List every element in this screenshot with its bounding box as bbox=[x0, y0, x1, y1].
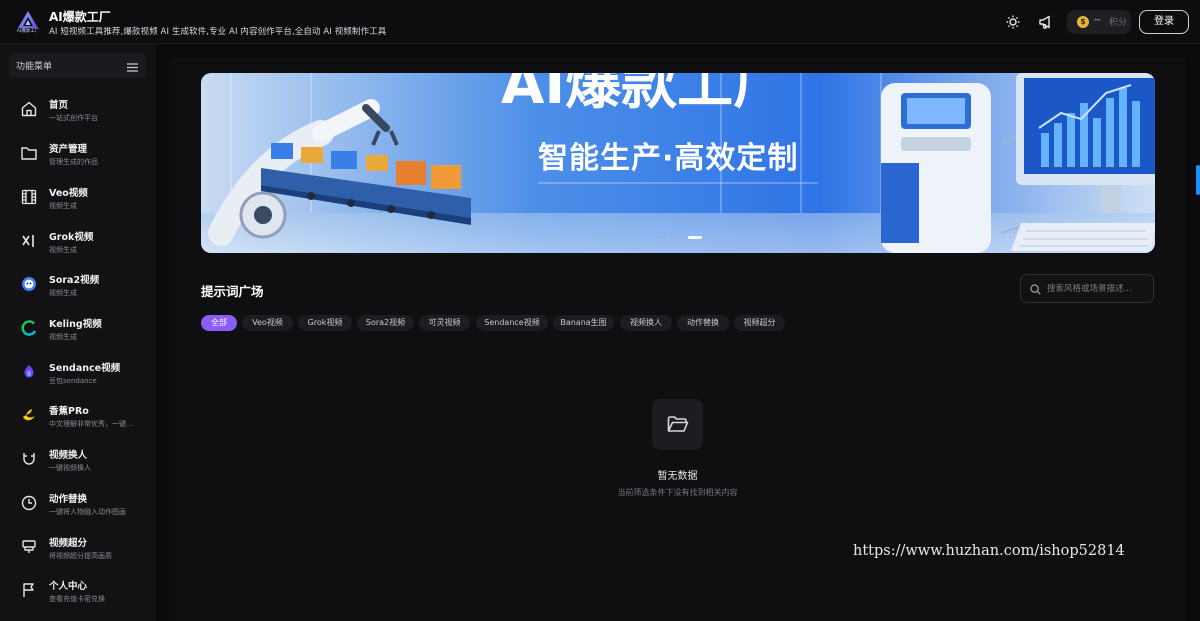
sidebar-item-label: Sora2视频 bbox=[49, 275, 100, 286]
sidebar-item-label: 视频超分 bbox=[49, 538, 88, 549]
banner-dot[interactable] bbox=[671, 236, 683, 239]
logo-caption: AI爆款工厂 bbox=[16, 29, 40, 34]
hamburger-icon[interactable] bbox=[127, 61, 138, 72]
empty-state-title: 暂无数据 bbox=[657, 471, 698, 482]
points-value: -- bbox=[1094, 15, 1101, 25]
sidebar-item-desc: 一键视频换人 bbox=[49, 464, 91, 472]
sidebar-item-desc: 豆包sendance bbox=[49, 377, 97, 385]
sidebar-item-desc: 查看充值卡密兑换 bbox=[49, 595, 105, 603]
filter-chip[interactable]: 动作替换 bbox=[677, 315, 729, 331]
app-subtitle: AI 短视频工具推荐,爆款视频 AI 生成软件,专业 AI 内容创作平台,全自动… bbox=[49, 27, 387, 37]
sidebar-item-label: 首页 bbox=[49, 100, 69, 111]
megaphone-icon[interactable] bbox=[1037, 13, 1055, 31]
sora-icon bbox=[20, 275, 38, 293]
sidebar-item-label: 资产管理 bbox=[49, 144, 88, 155]
top-header: AI爆款工厂 AI爆款工厂 AI 短视频工具推荐,爆款视频 AI 生成软件,专业… bbox=[0, 0, 1200, 44]
sidebar-item-desc: 管理生成的作品 bbox=[49, 158, 98, 166]
magnet-icon bbox=[20, 450, 38, 468]
empty-state-icon-box bbox=[652, 399, 703, 450]
sidebar-item[interactable]: Sora2视频 视频生成 bbox=[0, 265, 156, 305]
filter-chip[interactable]: Veo视频 bbox=[242, 315, 293, 331]
home-icon bbox=[20, 100, 38, 118]
login-button[interactable]: 登录 bbox=[1139, 10, 1189, 34]
app-logo[interactable]: AI爆款工厂 bbox=[16, 9, 40, 35]
filter-chip[interactable]: Sendance视频 bbox=[476, 315, 548, 331]
prompt-square-title: 提示词广场 bbox=[201, 284, 264, 299]
sidebar-item-label: Keling视频 bbox=[49, 319, 102, 330]
search-icon bbox=[1030, 284, 1041, 295]
filter-chip[interactable]: 视频换人 bbox=[620, 315, 672, 331]
banner-dot[interactable] bbox=[654, 236, 666, 239]
folder-open-icon bbox=[667, 416, 689, 432]
banner-tagline: 智能生产·高效定制 bbox=[538, 141, 798, 176]
menu-header: 功能菜单 bbox=[9, 53, 146, 78]
sidebar-item[interactable]: Sendance视频 豆包sendance bbox=[0, 353, 156, 393]
keling-icon bbox=[20, 319, 38, 337]
sun-icon[interactable] bbox=[1004, 13, 1022, 31]
sidebar-item-label: 香蕉PRo bbox=[49, 406, 89, 417]
filter-chip[interactable]: Grok视频 bbox=[298, 315, 352, 331]
sidebar-item-label: 动作替换 bbox=[49, 494, 88, 505]
sidebar-item[interactable]: 香蕉PRo 中文理解非常优秀，一键... bbox=[0, 396, 156, 436]
sidebar-item-desc: 一站式创作平台 bbox=[49, 114, 98, 122]
sidebar-item-desc: 视频生成 bbox=[49, 289, 77, 297]
sendance-icon bbox=[20, 363, 38, 381]
points-label: 积分 bbox=[1109, 18, 1128, 28]
filter-chip[interactable]: Banana生图 bbox=[553, 315, 614, 331]
filter-chip[interactable]: 视频超分 bbox=[734, 315, 785, 331]
sidebar-item-label: Veo视频 bbox=[49, 188, 88, 199]
flag-icon bbox=[20, 581, 38, 599]
banana-icon bbox=[20, 406, 38, 424]
sidebar-item-label: 视频换人 bbox=[49, 450, 88, 461]
watermark-url: https://www.huzhan.com/ishop52814 bbox=[853, 543, 1125, 559]
film-icon bbox=[20, 188, 38, 206]
sidebar-item[interactable]: Keling视频 视频生成 bbox=[0, 309, 156, 349]
scrollbar-handle[interactable] bbox=[1196, 165, 1200, 195]
sidebar-item[interactable]: Grok视频 视频生成 bbox=[0, 222, 156, 262]
sidebar-item-desc: 将视频超分提高画质 bbox=[49, 552, 112, 560]
sidebar-item-label: 个人中心 bbox=[49, 581, 88, 592]
folder-icon bbox=[20, 144, 38, 162]
prompt-search[interactable] bbox=[1020, 274, 1154, 303]
points-badge[interactable]: $ -- 积分 bbox=[1067, 10, 1131, 34]
hero-banner[interactable]: AI爆款工厂 智能生产·高效定制 bbox=[201, 73, 1155, 253]
menu-title: 功能菜单 bbox=[16, 62, 53, 72]
filter-chip[interactable]: Sora2视频 bbox=[357, 315, 414, 331]
filter-chip[interactable]: 可灵视频 bbox=[419, 315, 470, 331]
sidebar-item-desc: 视频生成 bbox=[49, 333, 77, 341]
grok-icon bbox=[20, 232, 38, 250]
sidebar-item[interactable]: 视频换人一键视频换人 bbox=[0, 440, 156, 480]
sidebar-item[interactable]: Veo视频视频生成 bbox=[0, 178, 156, 218]
coin-icon: $ bbox=[1077, 16, 1089, 28]
sidebar-item[interactable]: 视频超分将视频超分提高画质 bbox=[0, 528, 156, 568]
banner-dot-active[interactable] bbox=[688, 236, 702, 239]
sidebar-item[interactable]: 个人中心查看充值卡密兑换 bbox=[0, 571, 156, 611]
banner-headline: AI爆款工厂 bbox=[501, 73, 789, 117]
brush-icon bbox=[20, 538, 38, 556]
sidebar-item-label: Sendance视频 bbox=[49, 363, 121, 374]
sidebar-item-desc: 一键将人物融入动作图画 bbox=[49, 508, 126, 516]
sidebar: 功能菜单 首页 一站式创作平台 资产管理 管理生成的作品 Veo视频 视频生成 Grok视频… bbox=[0, 44, 156, 621]
sidebar-item-desc: 视频生成 bbox=[49, 246, 77, 254]
sidebar-item[interactable]: 资产管理管理生成的作品 bbox=[0, 134, 156, 174]
filter-chip[interactable]: 全部 bbox=[201, 315, 237, 331]
sidebar-item[interactable]: 首页 一站式创作平台 bbox=[0, 90, 156, 130]
banner-pagination bbox=[654, 236, 704, 240]
app-title: AI爆款工厂 bbox=[49, 10, 111, 24]
clock-icon bbox=[20, 494, 38, 512]
search-input[interactable] bbox=[1047, 282, 1147, 296]
sidebar-item-label: Grok视频 bbox=[49, 232, 94, 243]
empty-state-desc: 当前筛选条件下没有找到相关内容 bbox=[617, 488, 738, 497]
sidebar-item-desc: 视频生成 bbox=[49, 202, 77, 210]
sidebar-item-desc: 中文理解非常优秀，一键... bbox=[49, 420, 133, 428]
sidebar-item[interactable]: 动作替换一键将人物融入动作图画 bbox=[0, 484, 156, 524]
